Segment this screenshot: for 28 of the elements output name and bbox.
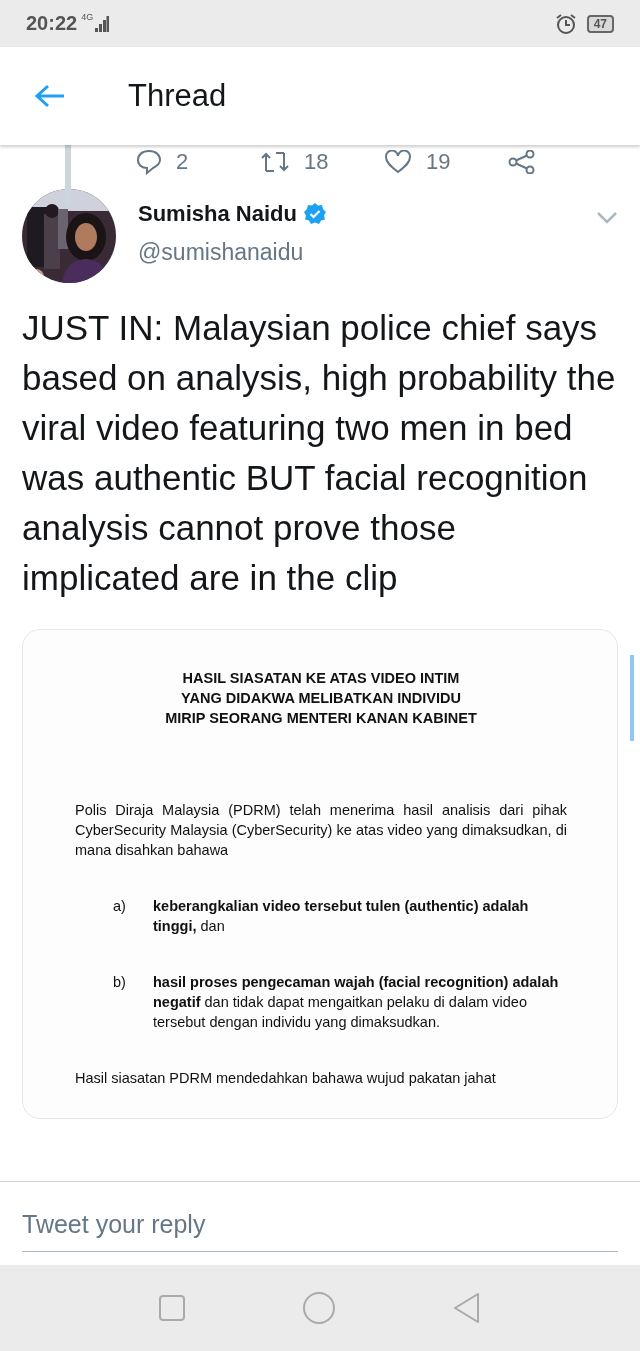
reply-field[interactable]: Tweet your reply bbox=[22, 1195, 618, 1252]
document-title-line: MIRIP SEORANG MENTERI KANAN KABINET bbox=[165, 709, 477, 728]
author-name[interactable]: Sumisha Naidu bbox=[138, 201, 297, 227]
document-image[interactable] bbox=[22, 629, 618, 1119]
back-arrow-icon[interactable] bbox=[34, 84, 66, 108]
document-list-item: hasil proses pengecaman wajah (facial recognition) adalah negatif dan tidak dapat mengaitkan pelaku di dalam video tersebut dengan individu yang dimaksudkan. bbox=[153, 973, 560, 1032]
document-paragraph: Hasil siasatan PDRM mendedahkan bahawa wujud pakatan jahat bbox=[75, 1069, 497, 1088]
list-marker: a) bbox=[113, 897, 127, 916]
share-icon[interactable] bbox=[508, 150, 536, 174]
document-list-item: keberangkalian video tersebut tulen (authentic) adalah tinggi, dan bbox=[153, 897, 530, 936]
document-paragraph: Polis Diraja Malaysia (PDRM) telah menerima hasil analisis dari pihak CyberSecurity Malaysia (CyberSecurity) ke atas video yang dimaksudkan, di mana disahkan bahawa bbox=[75, 801, 567, 860]
reply-icon[interactable] bbox=[136, 149, 162, 175]
heart-icon[interactable] bbox=[384, 150, 412, 174]
network-type: 4G bbox=[81, 12, 94, 22]
document-title-line: HASIL SIASATAN KE ATAS VIDEO INTIM bbox=[182, 669, 460, 688]
author-handle[interactable]: @sumishanaidu bbox=[138, 239, 574, 266]
list-marker: b) bbox=[113, 973, 127, 992]
page-title: Thread bbox=[128, 78, 227, 114]
signal-icon bbox=[95, 15, 110, 32]
reply-count: 2 bbox=[176, 149, 189, 175]
like-count: 19 bbox=[426, 149, 451, 175]
document-title-line: YANG DIDAKWA MELIBATKAN INDIVIDU bbox=[181, 689, 461, 708]
retweet-count: 18 bbox=[304, 149, 329, 175]
retweet-icon[interactable] bbox=[260, 151, 290, 173]
alarm-icon bbox=[554, 12, 577, 35]
tweet-text: JUST IN: Malaysian police chief says based on analysis, high probability the viral video featuring two men in bed was authentic BUT facial recognition analysis cannot prove those implicated are in the clip bbox=[21, 307, 617, 599]
status-time: 20:22 bbox=[26, 12, 78, 35]
battery-level: 47 bbox=[586, 14, 614, 33]
